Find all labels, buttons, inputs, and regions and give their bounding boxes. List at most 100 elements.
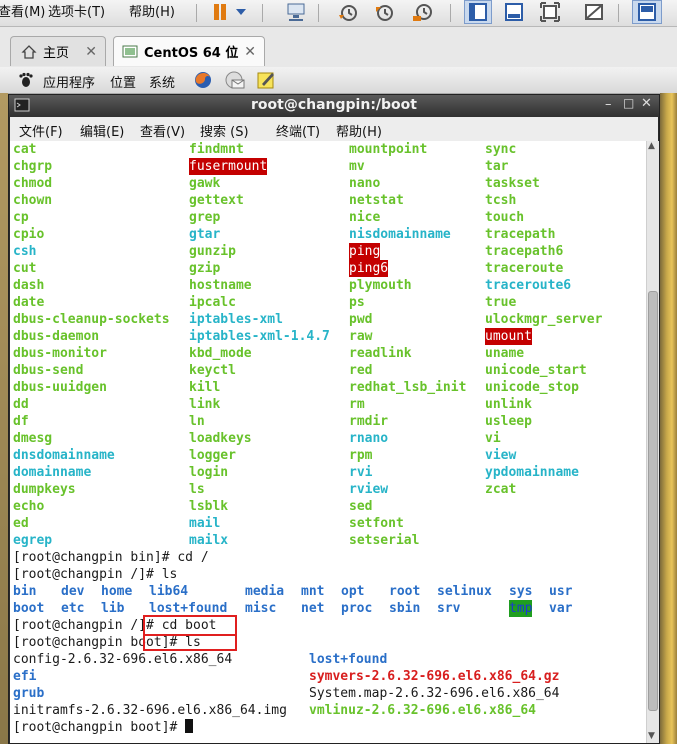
close-icon[interactable]: ✕ — [244, 44, 256, 60]
gnome-menu-places[interactable]: 位置 — [110, 72, 136, 91]
listing-row: df ln rmdir usleep — [13, 413, 643, 430]
thumbnail-icon[interactable] — [632, 0, 662, 24]
file-entry: fusermount — [189, 158, 268, 175]
tab-home-label: 主页 — [43, 46, 70, 61]
file-entry: home — [101, 584, 133, 599]
menu-help[interactable]: 帮助(H) — [129, 1, 175, 20]
listing-row: boot etc lib lost+found misc net proc sbin srv tm… — [13, 600, 643, 617]
tab-home[interactable]: 主页 ✕ — [10, 36, 106, 66]
file-entry: dbus-uuidgen — [13, 380, 107, 395]
listing-row: config-2.6.32-696.el6.x86_64 lost+found — [13, 651, 643, 668]
file-entry: unicode_stop — [485, 380, 579, 395]
scrollbar-thumb[interactable] — [648, 291, 658, 711]
file-entry: proc — [341, 601, 373, 616]
gnome-menu-system[interactable]: 系统 — [149, 72, 175, 91]
menu-view[interactable]: 查看(M) — [0, 1, 45, 20]
file-entry: cut — [13, 261, 37, 276]
file-entry: findmnt — [189, 142, 244, 157]
file-entry: iptables-xml-1.4.7 — [189, 329, 330, 344]
close-icon[interactable]: ✕ — [641, 96, 652, 111]
menu-view[interactable]: 查看(V) — [140, 121, 185, 140]
listing-row: dbus-uuidgen kill redhat_lsb_init unicode_s… — [13, 379, 643, 396]
command-line: [root@changpin /]# ls — [13, 567, 178, 582]
menu-search[interactable]: 搜索 (S) — [200, 121, 249, 140]
listing-row: dash hostname plymouth traceroute6 — [13, 277, 643, 294]
scroll-down-icon[interactable]: ▼ — [648, 731, 655, 741]
mail-icon[interactable] — [224, 70, 246, 90]
terminal-scrollbar[interactable]: ▲ ▼ — [646, 141, 659, 743]
file-entry: traceroute6 — [485, 278, 572, 293]
terminal-window: root@changpin:/boot – □ ✕ 文件(F) 编辑(E) 查看… — [8, 94, 660, 744]
minimize-icon[interactable]: – — [605, 97, 612, 112]
file-entry: dd — [13, 397, 29, 412]
file-entry: srv — [437, 601, 461, 616]
file-entry: unlink — [485, 397, 532, 412]
listing-row: ed mail setfont — [13, 515, 643, 532]
listing-row: initramfs-2.6.32-696.el6.x86_64.img vmlin… — [13, 702, 643, 719]
listing-row: grub System.map-2.6.32-696.el6.x86_64 — [13, 685, 643, 702]
menu-edit[interactable]: 编辑(E) — [80, 121, 124, 140]
file-entry: ls — [189, 482, 205, 497]
listing-row: chown gettext netstat tcsh — [13, 192, 643, 209]
file-entry: net — [301, 601, 325, 616]
file-entry: keyctl — [189, 363, 236, 378]
file-entry: netstat — [349, 193, 404, 208]
file-entry: System.map-2.6.32-696.el6.x86_64 — [309, 686, 560, 701]
unity-icon[interactable] — [580, 0, 608, 24]
firefox-icon[interactable] — [193, 70, 213, 90]
file-entry: uname — [485, 346, 525, 361]
tab-centos[interactable]: CentOS 64 位 ✕ — [113, 36, 265, 66]
file-entry: zcat — [485, 482, 517, 497]
file-entry: rpm — [349, 448, 373, 463]
listing-row: dbus-cleanup-sockets iptables-xml pwd ulock… — [13, 311, 643, 328]
menu-help[interactable]: 帮助(H) — [336, 121, 382, 140]
gnome-menu-applications[interactable]: 应用程序 — [43, 72, 95, 91]
menu-file[interactable]: 文件(F) — [19, 121, 63, 140]
snapshot-manager-icon[interactable] — [408, 0, 436, 24]
listing-row: cat findmnt mountpoint sync — [13, 141, 643, 158]
toolbar-divider — [262, 4, 263, 22]
dropdown-arrow-icon[interactable] — [232, 0, 250, 24]
file-entry: touch — [485, 210, 525, 225]
listing-row: cp grep nice touch — [13, 209, 643, 226]
file-entry: ping — [349, 243, 381, 260]
file-entry: usr — [549, 584, 573, 599]
file-entry: ps — [349, 295, 365, 310]
file-entry: gunzip — [189, 244, 236, 259]
file-entry: cp — [13, 210, 29, 225]
listing-row: dbus-monitor kbd_mode readlink uname — [13, 345, 643, 362]
maximize-icon[interactable]: □ — [623, 96, 634, 110]
file-entry: ed — [13, 516, 29, 531]
listing-row: domainname login rvi ypdomainname — [13, 464, 643, 481]
pause-icon[interactable] — [206, 0, 234, 24]
revert-snapshot-icon[interactable] — [370, 0, 398, 24]
file-entry: dbus-daemon — [13, 329, 100, 344]
text-cursor — [185, 719, 194, 733]
network-icon[interactable] — [282, 0, 310, 24]
terminal-titlebar[interactable]: root@changpin:/boot – □ ✕ — [9, 95, 659, 117]
file-entry: sys — [509, 584, 533, 599]
close-icon[interactable]: ✕ — [85, 44, 97, 60]
notes-icon[interactable] — [256, 70, 276, 90]
file-entry: etc — [61, 601, 85, 616]
file-entry: misc — [245, 601, 277, 616]
terminal-screen[interactable]: cat findmnt mountpoint sync chgrp fusermount m… — [10, 141, 646, 743]
menu-tabs[interactable]: 选项卡(T) — [48, 1, 105, 20]
file-entry: sync — [485, 142, 517, 157]
file-entry: pwd — [349, 312, 373, 327]
host-menubar: 查看(M) 选项卡(T) 帮助(H) — [0, 0, 677, 27]
file-entry: dnsdomainname — [13, 448, 115, 463]
file-entry: nisdomainname — [349, 227, 451, 242]
normal-view-icon[interactable] — [500, 0, 528, 24]
file-entry: ln — [189, 414, 205, 429]
file-entry: boot — [13, 601, 45, 616]
console-view-icon[interactable] — [464, 0, 492, 24]
file-entry: raw — [349, 329, 373, 344]
desktop-wallpaper — [0, 93, 8, 744]
fullscreen-icon[interactable] — [536, 0, 564, 24]
scroll-up-icon[interactable]: ▲ — [648, 141, 655, 151]
snapshot-icon[interactable] — [334, 0, 362, 24]
menu-terminal[interactable]: 终端(T) — [276, 121, 320, 140]
file-entry: true — [485, 295, 517, 310]
file-entry: df — [13, 414, 29, 429]
